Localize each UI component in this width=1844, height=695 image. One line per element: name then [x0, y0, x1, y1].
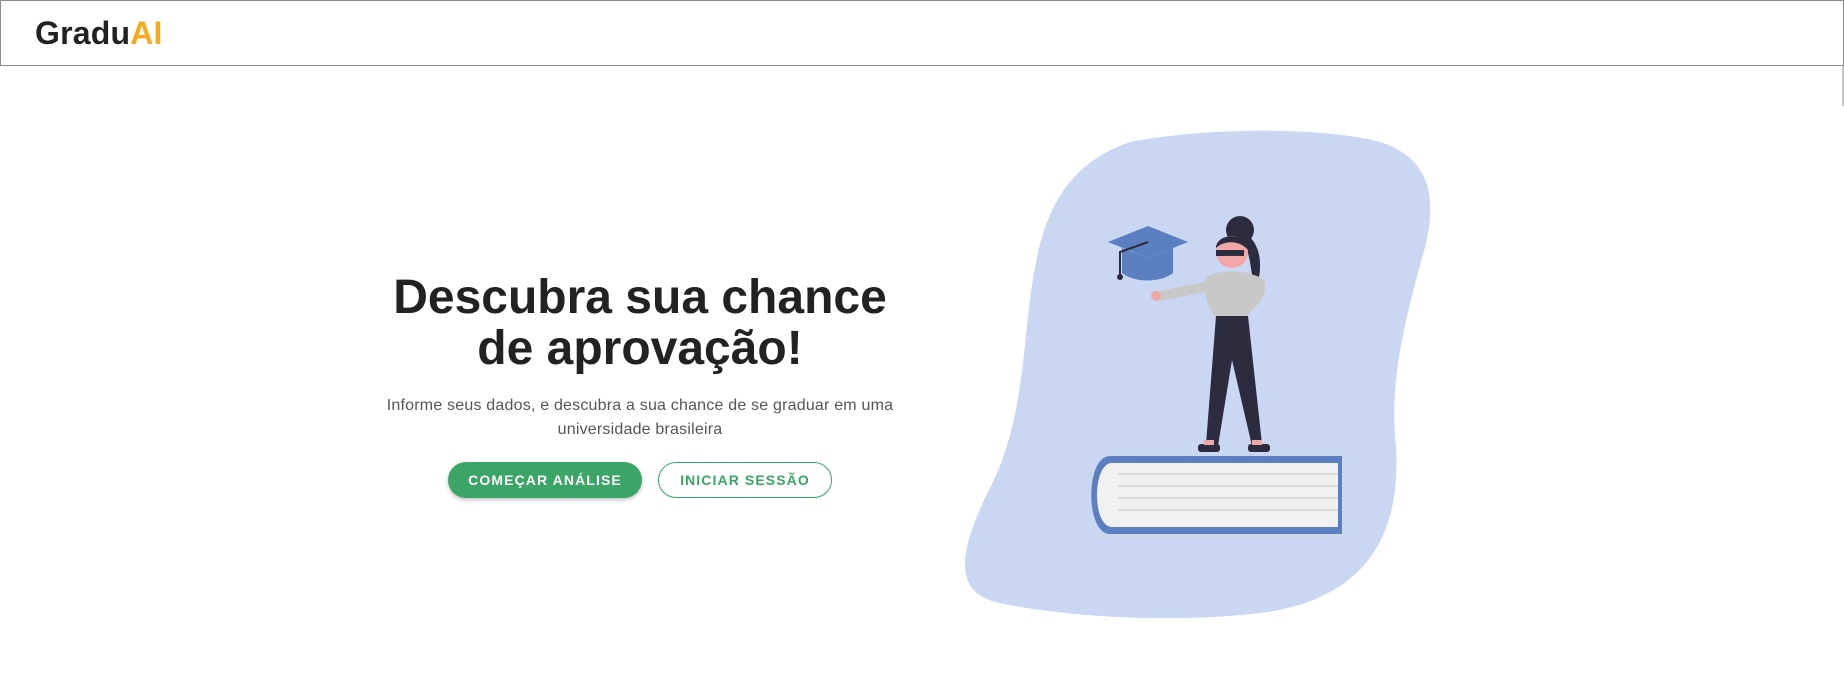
blob-background — [965, 130, 1431, 618]
app-logo[interactable]: GraduAI — [35, 15, 163, 51]
hero-subtitle: Informe seus dados, e descubra a sua cha… — [386, 397, 894, 438]
logo-text-ai: AI — [130, 15, 163, 51]
logo-text-gradu: Gradu — [35, 15, 131, 51]
hero-actions: COMEÇAR ANÁLISE INICIAR SESSÃO — [360, 462, 920, 498]
hero-title: Descubra sua chance de aprovação! — [393, 271, 887, 375]
top-navbar: GraduAI — [0, 0, 1844, 66]
hero-section: Descubra sua chance de aprovação! Inform… — [360, 272, 920, 498]
book-shape — [1090, 456, 1355, 537]
graduation-illustration-icon — [965, 130, 1431, 618]
start-analysis-button[interactable]: COMEÇAR ANÁLISE — [448, 462, 642, 498]
sign-in-button[interactable]: INICIAR SESSÃO — [658, 462, 832, 498]
